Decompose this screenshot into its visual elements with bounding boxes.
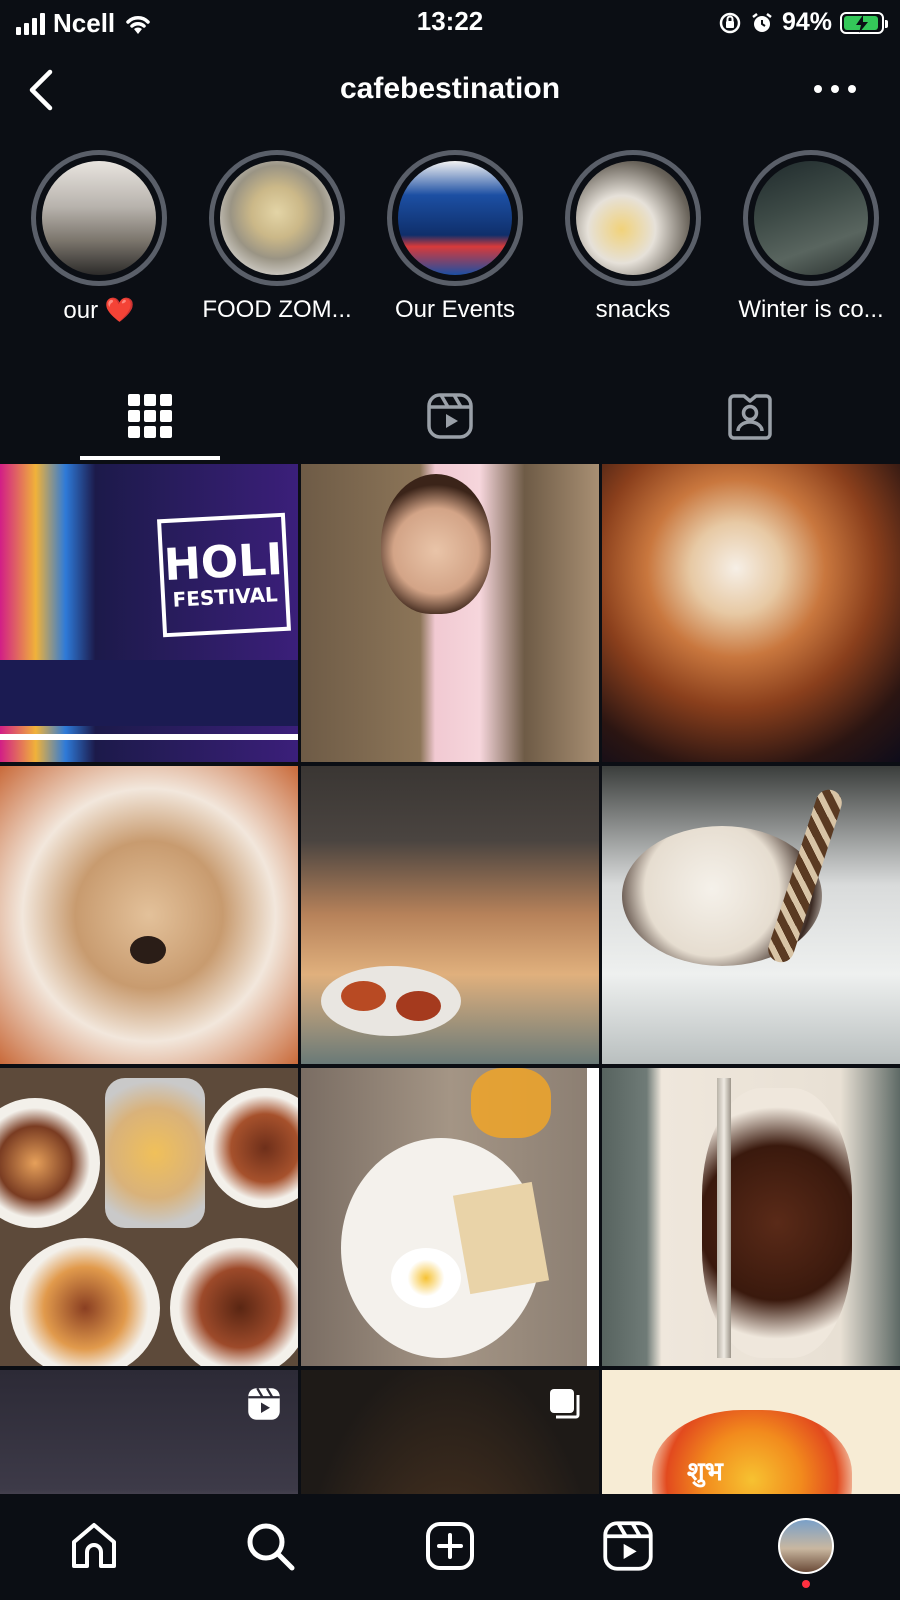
profile-header: cafebestination (0, 60, 900, 120)
tab-reels[interactable] (380, 380, 520, 452)
highlight-thumbnail (576, 161, 690, 275)
reels-icon (427, 393, 473, 439)
more-horizontal-icon (814, 85, 856, 93)
highlight-thumbnail (398, 161, 512, 275)
reels-icon (603, 1521, 653, 1571)
post-thumbnail[interactable] (0, 1370, 298, 1494)
highlight-item[interactable]: Winter is co... (726, 150, 896, 324)
profile-tabs (0, 380, 900, 460)
nav-home[interactable] (64, 1516, 124, 1576)
post-thumbnail[interactable] (301, 766, 599, 1064)
post-thumbnail[interactable] (0, 1068, 298, 1366)
post-thumbnail[interactable] (301, 1068, 599, 1366)
highlight-ring (565, 150, 701, 286)
poster-frame: HOLI FESTIVAL (156, 512, 292, 638)
tagged-icon (728, 394, 772, 440)
highlight-item[interactable]: Our Events (370, 150, 540, 324)
status-bar: Ncell 13:22 94% (0, 0, 900, 44)
post-thumbnail[interactable] (0, 766, 298, 1064)
highlight-label: Our Events (394, 296, 516, 323)
nav-profile[interactable] (776, 1516, 836, 1588)
plus-square-icon (426, 1522, 474, 1570)
festive-text: शुभ (687, 1457, 723, 1487)
highlight-thumbnail (754, 161, 868, 275)
highlight-ring (31, 150, 167, 286)
search-icon (247, 1523, 295, 1571)
highlight-ring (387, 150, 523, 286)
post-thumbnail[interactable] (602, 766, 900, 1064)
notification-dot (802, 1580, 810, 1588)
posts-grid: HOLI FESTIVAL शुभ (0, 464, 900, 1494)
highlight-label: FOOD ZOM... (202, 296, 352, 323)
orientation-lock-icon (719, 12, 741, 33)
avatar (778, 1518, 834, 1574)
highlight-item[interactable]: our ❤️ (14, 150, 184, 325)
tab-posts-grid[interactable] (80, 380, 220, 452)
post-thumbnail[interactable] (301, 464, 599, 762)
battery-percent: 94% (781, 8, 832, 36)
alarm-icon (752, 12, 772, 32)
highlight-thumbnail (42, 161, 156, 275)
carousel-indicator-icon (550, 1389, 580, 1419)
highlight-label: our ❤️ (63, 297, 135, 324)
nav-reels[interactable] (598, 1516, 658, 1576)
highlight-label: snacks (595, 296, 671, 323)
poster-title-line1: HOLI (162, 533, 284, 592)
highlight-label: Winter is co... (738, 296, 884, 323)
post-thumbnail[interactable] (602, 464, 900, 762)
story-highlights: our ❤️ FOOD ZOM... Our Events snacks Win… (0, 150, 900, 340)
post-thumbnail[interactable] (301, 1370, 599, 1494)
post-thumbnail[interactable]: शुभ (602, 1370, 900, 1494)
username-title: cafebestination (339, 72, 561, 105)
active-tab-indicator (80, 456, 220, 460)
reel-indicator-icon (248, 1387, 280, 1420)
post-thumbnail[interactable]: HOLI FESTIVAL (0, 464, 298, 762)
highlight-ring (743, 150, 879, 286)
poster-title-line2: FESTIVAL (172, 582, 279, 612)
home-icon (72, 1523, 116, 1568)
post-thumbnail[interactable] (602, 1068, 900, 1366)
highlight-item[interactable]: FOOD ZOM... (192, 150, 362, 324)
status-right: 94% (718, 8, 888, 37)
more-options-button[interactable] (810, 74, 860, 104)
tab-tagged[interactable] (680, 380, 820, 452)
grid-icon (128, 394, 172, 438)
nav-search[interactable] (240, 1516, 300, 1576)
highlight-item[interactable]: snacks (548, 150, 718, 324)
nav-create[interactable] (420, 1516, 480, 1576)
highlight-ring (209, 150, 345, 286)
battery-icon (840, 11, 888, 34)
bottom-navigation (0, 1494, 900, 1600)
highlight-thumbnail (220, 161, 334, 275)
